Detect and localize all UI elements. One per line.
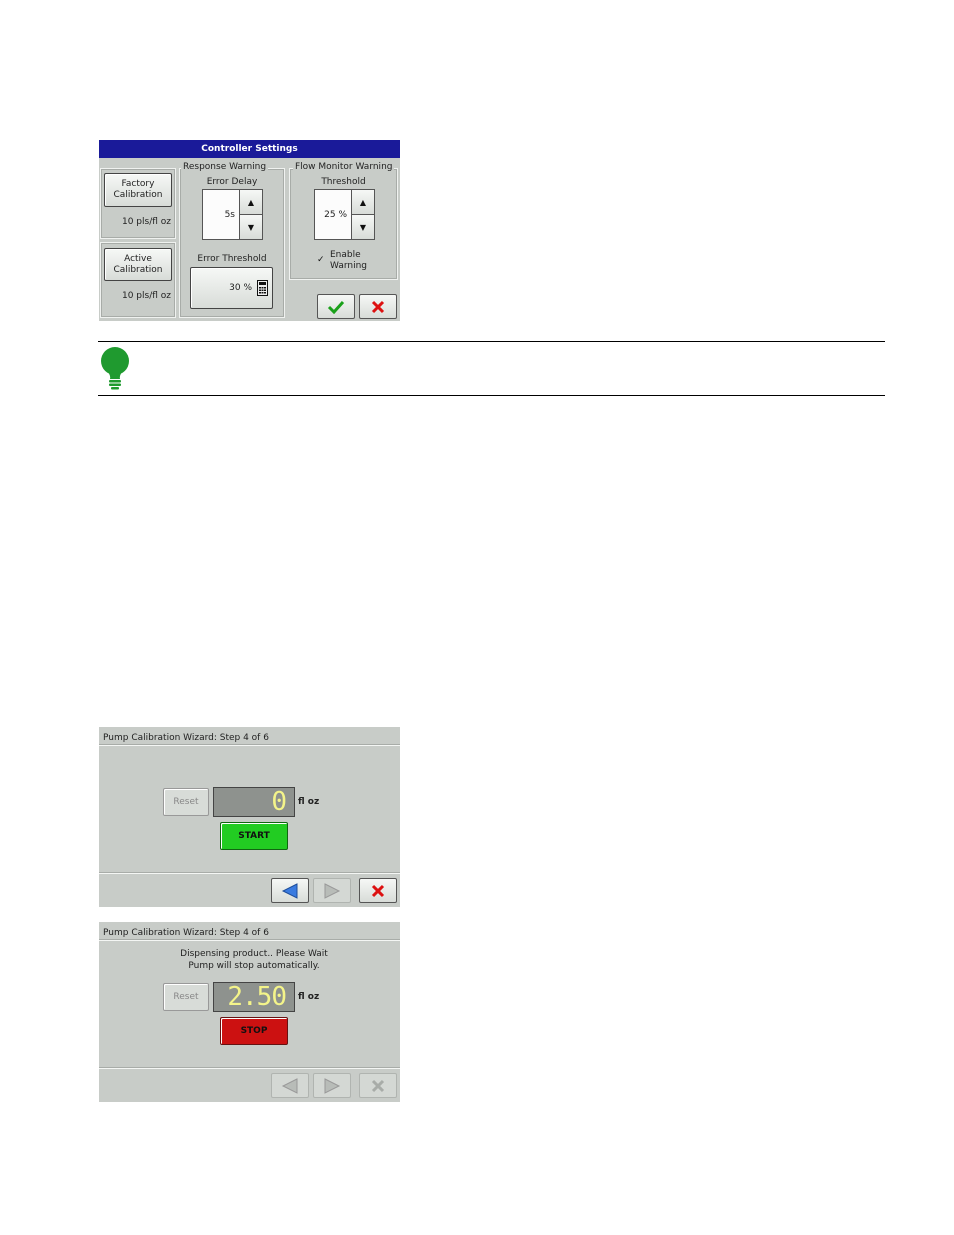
lightbulb-icon [101, 347, 129, 390]
footer-divider [99, 872, 400, 874]
threshold-down-button[interactable]: ▼ [351, 214, 375, 240]
back-button[interactable] [271, 1073, 309, 1098]
wizard-stop-title: Pump Calibration Wizard: Step 4 of 6 [103, 928, 269, 938]
arrow-up-icon: ▲ [359, 197, 367, 207]
arrow-left-icon [281, 1077, 298, 1094]
arrow-right-icon [324, 882, 341, 899]
unit-label: fl oz [298, 992, 320, 1002]
cancel-button[interactable] [359, 878, 397, 903]
enable-warning-label: Enable Warning [330, 250, 368, 271]
arrow-down-icon: ▼ [247, 222, 255, 232]
factory-calibration-button[interactable]: Factory Calibration [104, 173, 172, 207]
volume-display: 2.50 [213, 982, 295, 1012]
status-message-line2: Pump will stop automatically. [188, 961, 320, 971]
threshold-field[interactable]: 25 % [314, 189, 352, 240]
response-warning-label: Response Warning [181, 162, 269, 172]
error-delay-down-button[interactable]: ▼ [239, 214, 263, 240]
error-delay-label: Error Delay [206, 177, 258, 187]
wizard-stop-panel: Pump Calibration Wizard: Step 4 of 6 Dis… [99, 922, 400, 1102]
error-threshold-field[interactable]: 30 % [190, 267, 273, 309]
footer-divider [99, 1067, 400, 1069]
title-divider [99, 744, 400, 746]
reset-button[interactable]: Reset [163, 983, 209, 1011]
unit-label: fl oz [298, 797, 320, 807]
error-delay-field[interactable]: 5s [202, 189, 240, 240]
flow-monitor-warning-label: Flow Monitor Warning [293, 162, 395, 172]
factory-calibration-value: 10 pls/fl oz [121, 217, 171, 227]
close-icon [371, 1079, 385, 1092]
enable-warning-checkbox[interactable]: ✓ [317, 256, 326, 265]
arrow-left-icon [281, 882, 298, 899]
arrow-right-icon [324, 1077, 341, 1094]
threshold-label: Threshold [321, 177, 366, 187]
active-calibration-button[interactable]: Active Calibration [104, 248, 172, 281]
volume-display: 0 [213, 787, 295, 817]
calculator-icon [257, 280, 268, 296]
tip-bottom-rule [98, 395, 885, 396]
error-threshold-label: Error Threshold [197, 254, 267, 264]
arrow-up-icon: ▲ [247, 197, 255, 207]
error-delay-up-button[interactable]: ▲ [239, 189, 263, 215]
back-button[interactable] [271, 878, 309, 903]
threshold-up-button[interactable]: ▲ [351, 189, 375, 215]
cancel-button[interactable] [359, 1073, 397, 1098]
active-calibration-value: 10 pls/fl oz [121, 291, 171, 301]
controller-settings-title: Controller Settings [99, 140, 400, 158]
start-button[interactable]: START [220, 822, 288, 850]
stop-button[interactable]: STOP [220, 1017, 288, 1045]
close-icon [371, 300, 385, 313]
close-icon [371, 884, 385, 897]
wizard-start-title: Pump Calibration Wizard: Step 4 of 6 [103, 733, 269, 743]
checkmark-icon [327, 300, 345, 314]
cancel-button[interactable] [359, 294, 397, 319]
reset-button[interactable]: Reset [163, 788, 209, 816]
title-divider [99, 939, 400, 941]
next-button[interactable] [313, 878, 351, 903]
tip-top-rule [98, 341, 885, 342]
next-button[interactable] [313, 1073, 351, 1098]
accept-button[interactable] [317, 294, 355, 319]
wizard-start-panel: Pump Calibration Wizard: Step 4 of 6 Res… [99, 727, 400, 907]
status-message-line1: Dispensing product.. Please Wait [180, 949, 328, 959]
error-threshold-value: 30 % [229, 282, 252, 293]
controller-settings-panel: Controller Settings Factory Calibration … [99, 140, 400, 321]
arrow-down-icon: ▼ [359, 222, 367, 232]
